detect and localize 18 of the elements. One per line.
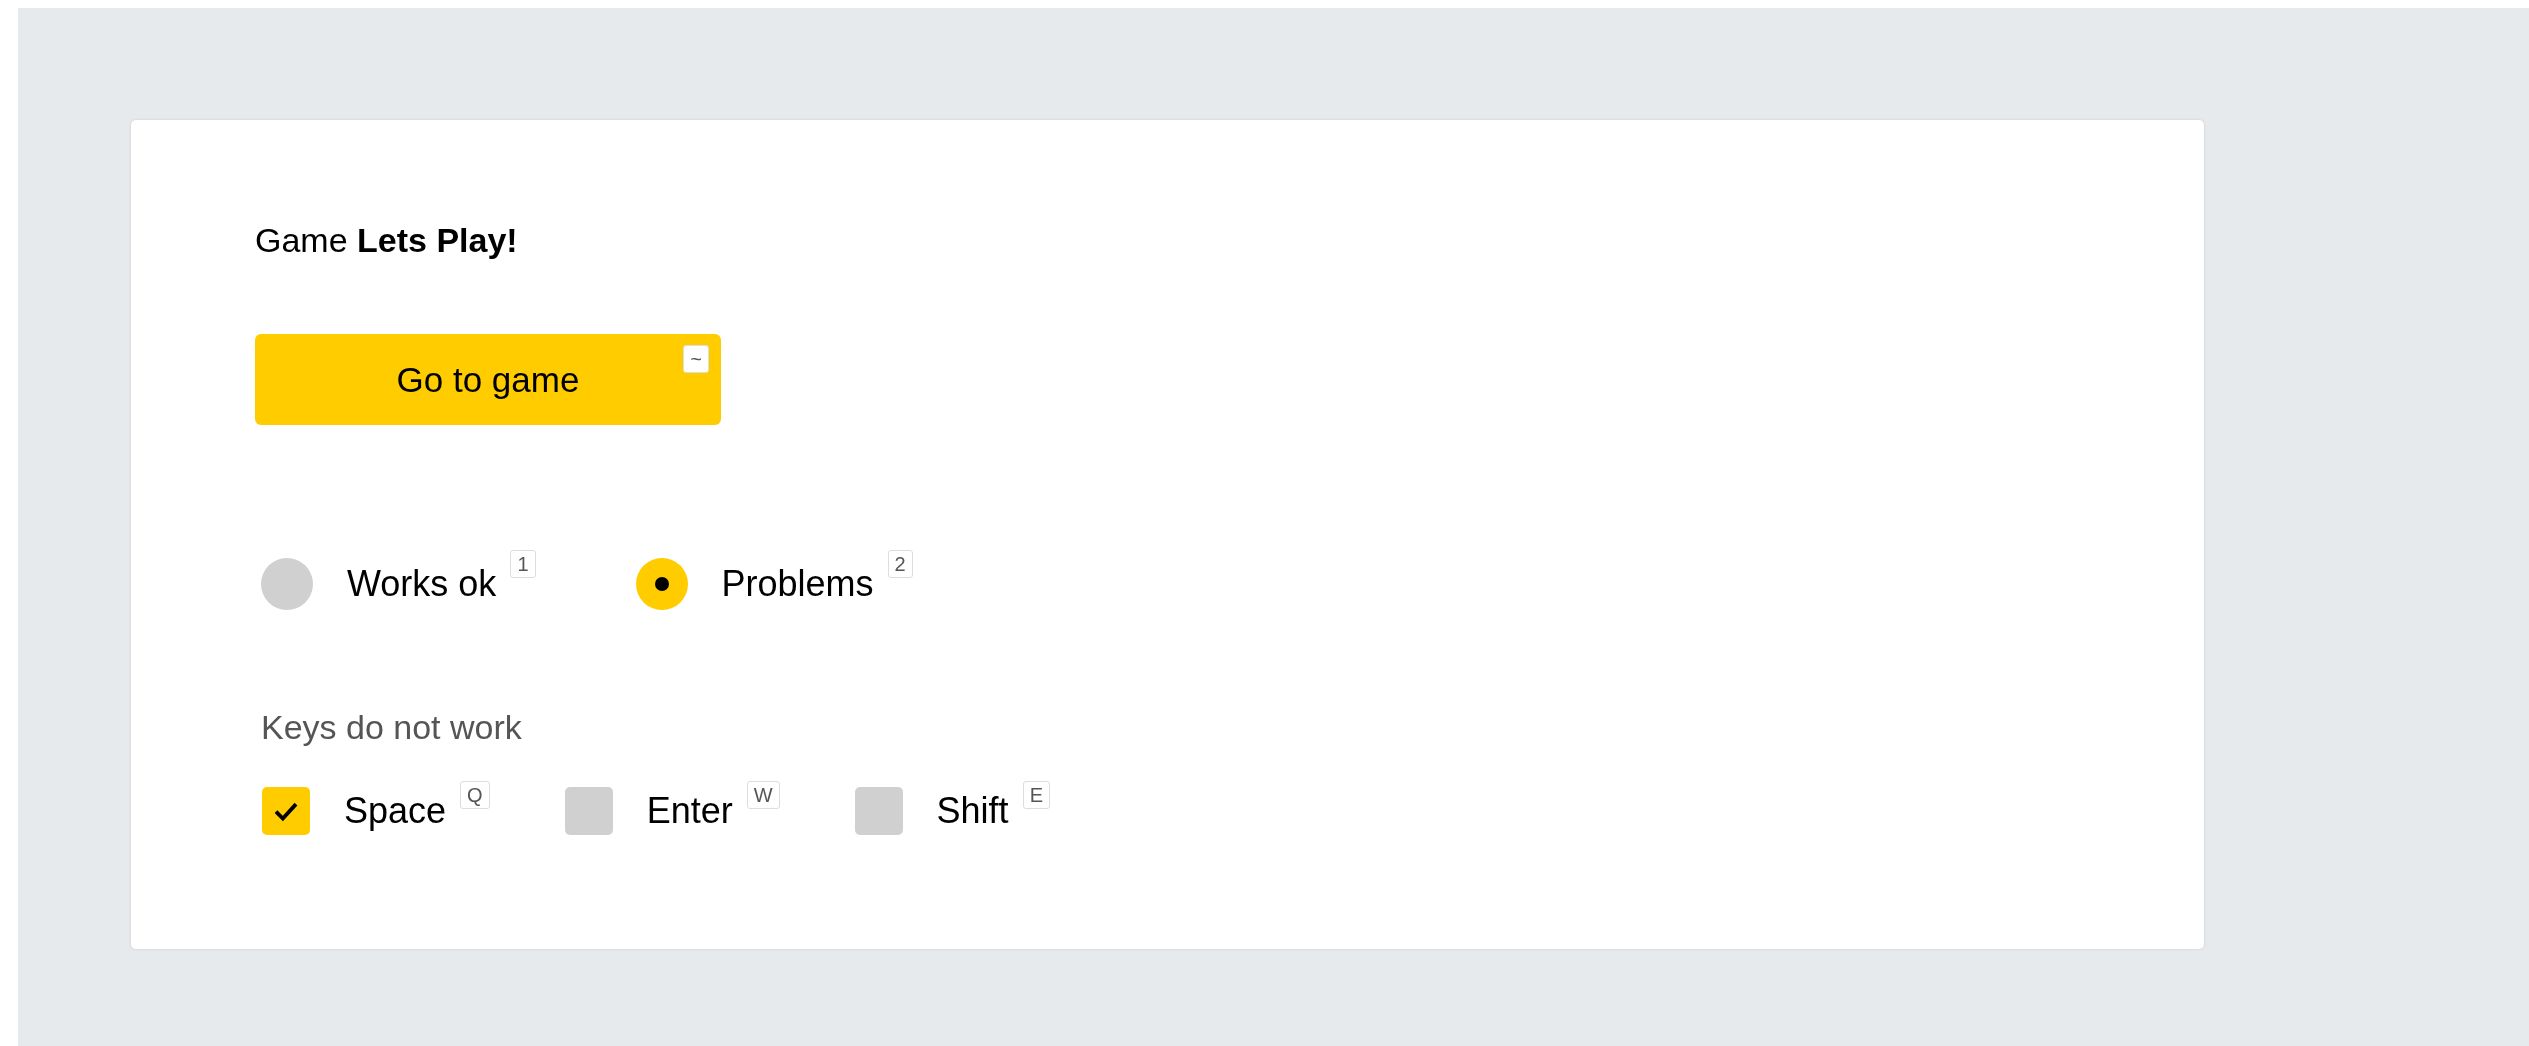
hotkey-badge: E	[1022, 781, 1050, 809]
checkbox[interactable]	[262, 787, 310, 835]
hotkey-badge: 1	[510, 550, 536, 578]
checkbox-label[interactable]: Space	[344, 790, 447, 832]
radio-label[interactable]: Problems	[721, 563, 874, 605]
checkbox[interactable]	[854, 787, 903, 835]
section-label: Keys do not work	[261, 708, 523, 747]
hotkey-badge: W	[746, 781, 780, 809]
checkbox-label[interactable]: Enter	[646, 790, 733, 832]
radio-label[interactable]: Works ok	[347, 563, 497, 605]
game-title: Game Lets Play!	[255, 220, 519, 261]
hotkey-badge: Q	[460, 781, 490, 809]
radio-button[interactable]	[261, 558, 313, 610]
hotkey-badge: 2	[887, 550, 913, 578]
checkbox-label[interactable]: Shift	[936, 790, 1009, 832]
checkbox[interactable]	[564, 787, 613, 835]
hotkey-badge: ~	[683, 345, 709, 373]
radio-button[interactable]	[635, 558, 688, 610]
